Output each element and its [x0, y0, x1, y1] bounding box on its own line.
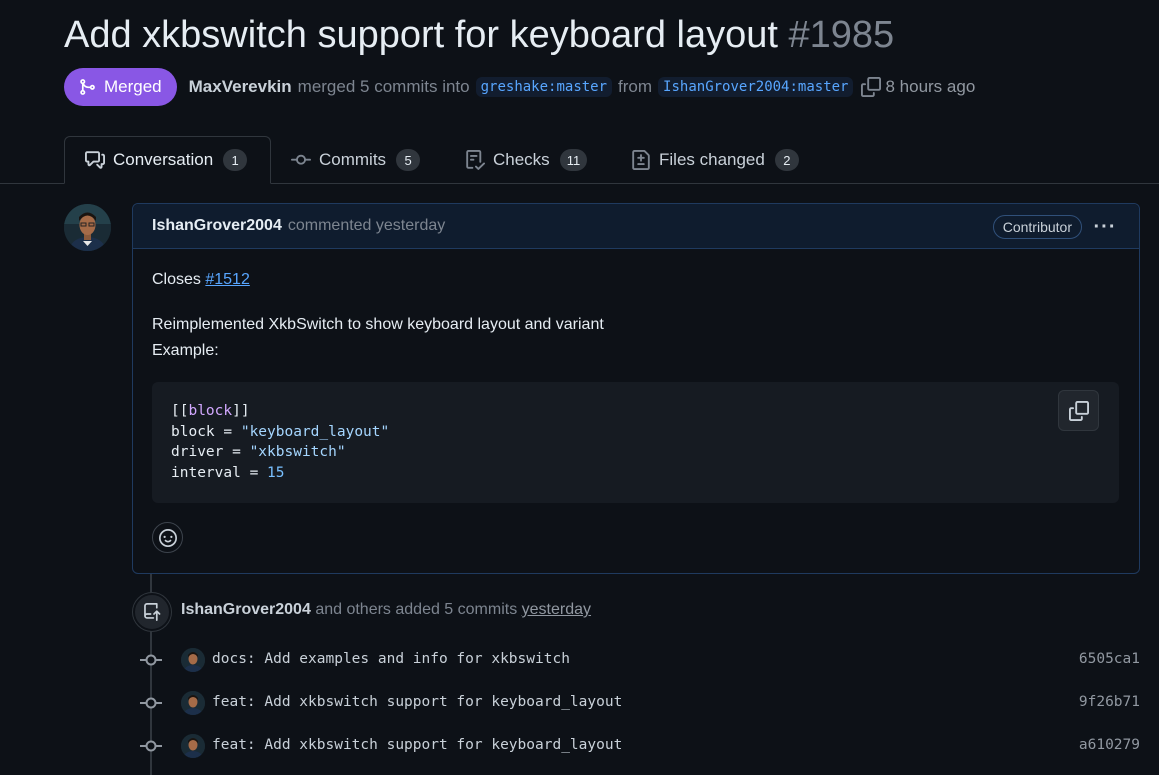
comment-card: IshanGrover2004 commented yesterday Cont… [132, 203, 1140, 574]
tab-commits[interactable]: Commits 5 [291, 136, 421, 184]
pr-number: #1985 [788, 14, 895, 56]
git-commit-icon [140, 697, 162, 709]
tab-label: Files changed [659, 150, 765, 169]
list-item: feat: Add xkbswitch support for keyboard… [140, 733, 1140, 759]
merged-by-link[interactable]: MaxVerevkin [189, 77, 292, 97]
copy-code-button[interactable] [1058, 390, 1099, 431]
add-reaction-button[interactable] [152, 522, 183, 553]
contributor-badge: Contributor [992, 215, 1082, 239]
tab-label: Commits [319, 150, 387, 169]
pr-meta: Merged MaxVerevkin merged 5 commits into… [64, 68, 975, 106]
base-branch[interactable]: greshake:master [475, 77, 613, 97]
status-badge: Merged [64, 68, 177, 106]
commit-sha[interactable]: 6505ca1 [1079, 651, 1140, 667]
kebab-menu-icon[interactable]: ··· [1093, 216, 1117, 238]
status-label: Merged [104, 77, 162, 96]
code-line: [[block]] [171, 403, 250, 419]
pr-tabs: Conversation 1 Commits 5 Checks 11 Files… [0, 136, 1159, 184]
tab-label: Conversation [113, 150, 214, 169]
git-merge-icon [80, 79, 95, 95]
commit-message[interactable]: feat: Add xkbswitch support for keyboard… [212, 737, 622, 753]
description-line: Reimplemented XkbSwitch to show keyboard… [152, 316, 604, 333]
issue-link[interactable]: #1512 [205, 271, 250, 288]
tab-counter: 2 [774, 149, 799, 171]
git-commit-icon [140, 654, 162, 666]
list-item: docs: Add examples and info for xkbswitc… [140, 647, 1140, 673]
comment-author[interactable]: IshanGrover2004 [152, 217, 282, 235]
commits-event: IshanGrover2004 and others added 5 commi… [181, 601, 591, 619]
code-block: [[block]] block = "keyboard_layout" driv… [152, 382, 1119, 503]
comment-discussion-icon [85, 151, 105, 169]
avatar[interactable] [181, 648, 205, 672]
merge-text: merged 5 commits into [297, 77, 470, 96]
page-title: Add xkbswitch support for keyboard layou… [64, 14, 894, 57]
tab-checks[interactable]: Checks 11 [465, 136, 588, 184]
commit-sha[interactable]: a610279 [1079, 737, 1140, 753]
file-diff-icon [632, 150, 650, 170]
example-label: Example: [152, 342, 219, 359]
git-commit-icon [140, 740, 162, 752]
event-author[interactable]: IshanGrover2004 [181, 601, 311, 618]
tab-files-changed[interactable]: Files changed 2 [631, 136, 799, 184]
list-item: feat: Add xkbswitch support for keyboard… [140, 690, 1140, 716]
head-branch[interactable]: IshanGrover2004:master [658, 77, 854, 97]
comment-header: IshanGrover2004 commented yesterday [133, 204, 1139, 249]
code-line: interval = 15 [171, 465, 285, 482]
avatar[interactable] [181, 734, 205, 758]
event-time[interactable]: yesterday [522, 601, 591, 618]
git-commit-icon [291, 154, 311, 165]
tab-conversation[interactable]: Conversation 1 [64, 136, 271, 184]
avatar[interactable] [181, 691, 205, 715]
smiley-icon [158, 528, 177, 547]
merge-time: 8 hours ago [885, 77, 976, 96]
commit-sha[interactable]: 9f26b71 [1079, 694, 1140, 710]
comment-timestamp[interactable]: commented yesterday [288, 217, 445, 235]
pr-title: Add xkbswitch support for keyboard layou… [64, 14, 778, 56]
code-line: driver = "xkbswitch" [171, 444, 346, 461]
tab-counter: 5 [396, 149, 421, 171]
tab-counter: 11 [559, 149, 588, 171]
repo-push-icon [133, 593, 171, 631]
tab-counter: 1 [223, 149, 248, 171]
tab-label: Checks [493, 150, 550, 169]
tabs-divider [0, 183, 64, 184]
copy-icon[interactable] [861, 77, 882, 97]
code-line: block = "keyboard_layout" [171, 423, 390, 440]
avatar[interactable] [64, 204, 111, 251]
copy-icon [1068, 400, 1089, 421]
from-text: from [618, 77, 653, 96]
closes-text: Closes [152, 271, 201, 288]
checklist-icon [466, 150, 485, 170]
event-text: and others added 5 commits [315, 601, 518, 618]
commit-message[interactable]: docs: Add examples and info for xkbswitc… [212, 651, 570, 667]
closes-line: Closes #1512 [152, 271, 250, 289]
commit-message[interactable]: feat: Add xkbswitch support for keyboard… [212, 694, 622, 710]
